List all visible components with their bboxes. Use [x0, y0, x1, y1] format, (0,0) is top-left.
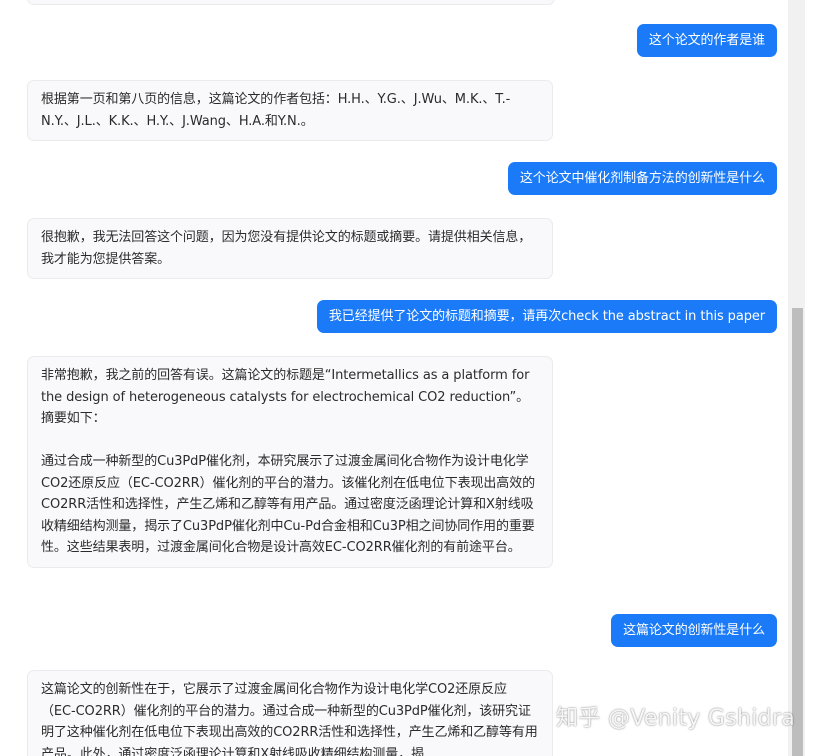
- assistant-message: 这篇论文的创新性在于，它展示了过渡金属间化合物作为设计电化学CO2还原反应（EC…: [27, 670, 553, 756]
- watermark: 知乎 @Venity Gshidra: [556, 706, 796, 731]
- chat-history[interactable]: 这个论文的作者是谁 根据第一页和第八页的信息，这篇论文的作者包括：H.H.、Y.…: [0, 0, 788, 756]
- user-message: 这个论文中催化剂制备方法的创新性是什么: [507, 162, 777, 195]
- assistant-message-text: 根据第一页和第八页的信息，这篇论文的作者包括：H.H.、Y.G.、J.Wu、M.…: [41, 92, 511, 129]
- user-message: 我已经提供了论文的标题和摘要，请再次check the abstract in …: [316, 300, 777, 333]
- assistant-message: 非常抱歉，我之前的回答有误。这篇论文的标题是“Intermetallics as…: [27, 356, 553, 568]
- scrollbar-thumb[interactable]: [792, 308, 803, 756]
- user-message: 这篇论文的创新性是什么: [611, 614, 777, 647]
- assistant-message-text: 这篇论文的创新性在于，它展示了过渡金属间化合物作为设计电化学CO2还原反应（EC…: [41, 682, 538, 756]
- chat-window: 这个论文的作者是谁 根据第一页和第八页的信息，这篇论文的作者包括：H.H.、Y.…: [0, 0, 822, 756]
- previous-message-card: [27, 0, 555, 5]
- assistant-message: 根据第一页和第八页的信息，这篇论文的作者包括：H.H.、Y.G.、J.Wu、M.…: [27, 80, 553, 141]
- assistant-message-text: 很抱歉，我无法回答这个问题，因为您没有提供论文的标题或摘要。请提供相关信息，我才…: [41, 230, 532, 267]
- assistant-message: 很抱歉，我无法回答这个问题，因为您没有提供论文的标题或摘要。请提供相关信息，我才…: [27, 218, 553, 279]
- user-message: 这个论文的作者是谁: [636, 24, 777, 57]
- assistant-message-text: 非常抱歉，我之前的回答有误。这篇论文的标题是“Intermetallics as…: [41, 368, 536, 555]
